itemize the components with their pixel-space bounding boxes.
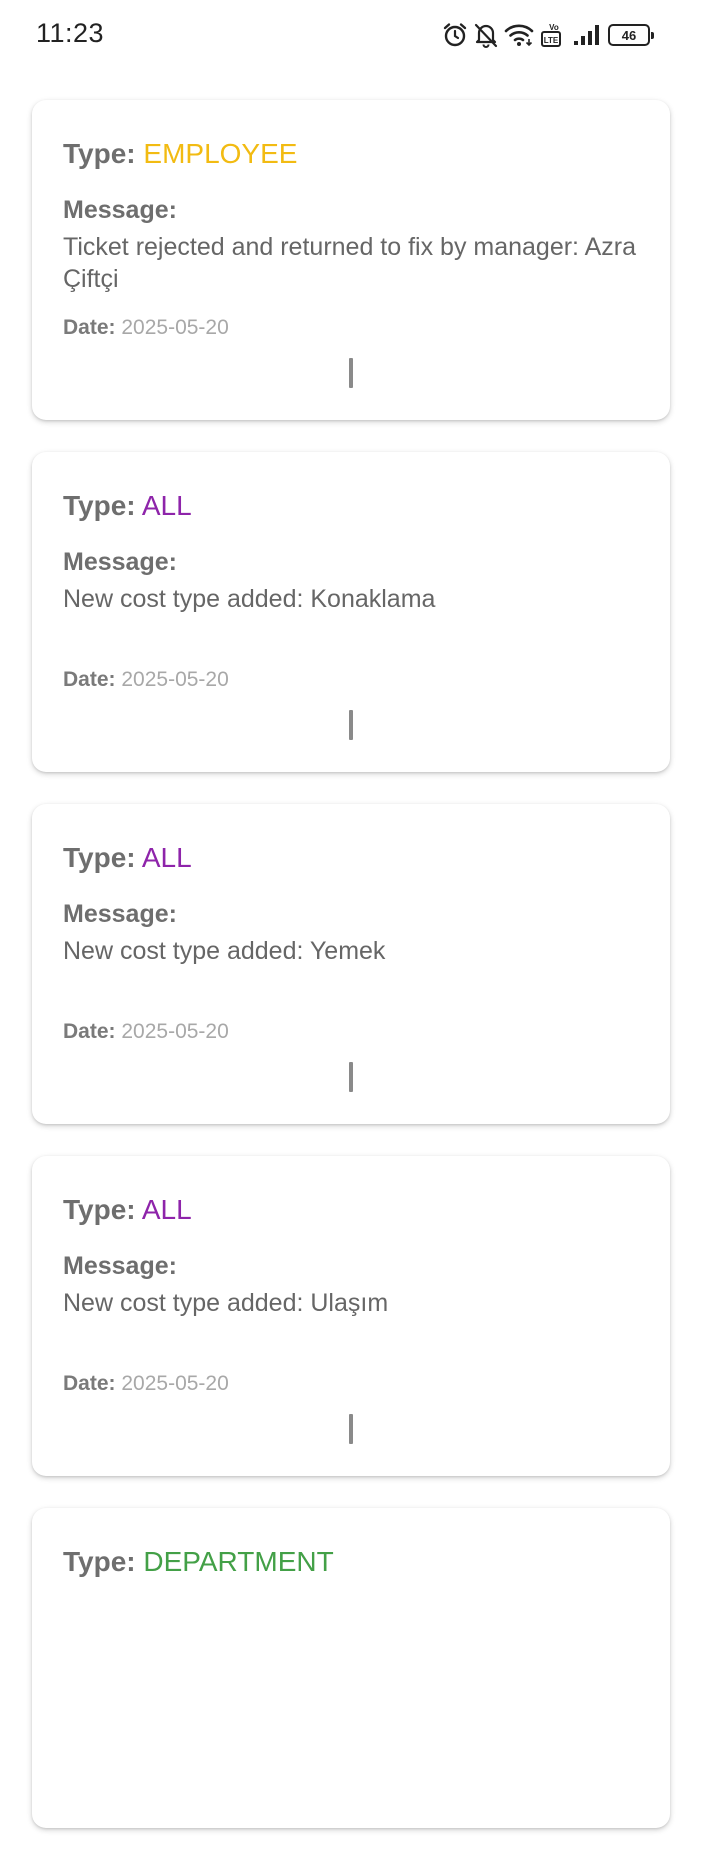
notification-card[interactable]: Type: DEPARTMENT: [32, 1508, 670, 1828]
message-text: Ticket rejected and returned to fix by m…: [63, 233, 650, 293]
date-label: Date:: [63, 668, 116, 691]
type-label: Type:: [63, 842, 136, 873]
alarm-icon: [442, 22, 468, 48]
notification-list[interactable]: Type: EMPLOYEE Message: Ticket rejected …: [32, 100, 670, 1860]
date-value: 2025-05-20: [121, 668, 229, 691]
battery-icon: 46: [608, 24, 654, 46]
type-label: Type:: [63, 1194, 136, 1225]
drag-handle[interactable]: [349, 1414, 353, 1444]
notification-card[interactable]: Type: ALL Message: New cost type added: …: [32, 1156, 670, 1476]
type-value: ALL: [141, 842, 192, 873]
date-value: 2025-05-20: [121, 316, 229, 339]
card-date: Date: 2025-05-20: [63, 1372, 229, 1396]
notification-card[interactable]: Type: ALL Message: New cost type added: …: [32, 804, 670, 1124]
svg-text:LTE: LTE: [544, 36, 559, 45]
card-date: Date: 2025-05-20: [63, 668, 229, 692]
card-type: Type: ALL: [63, 490, 192, 522]
drag-handle[interactable]: [349, 358, 353, 388]
message-label: Message:: [63, 196, 177, 224]
card-type: Type: DEPARTMENT: [63, 1546, 334, 1578]
status-time: 11:23: [36, 18, 105, 48]
card-type: Type: EMPLOYEE: [63, 138, 297, 170]
card-date: Date: 2025-05-20: [63, 1020, 229, 1044]
message-label: Message:: [63, 900, 177, 928]
svg-text:Vo: Vo: [549, 23, 559, 32]
message-label: Message:: [63, 1252, 177, 1280]
status-icons: LTE Vo 46: [442, 20, 654, 50]
drag-handle[interactable]: [349, 710, 353, 740]
date-label: Date:: [63, 1372, 116, 1395]
card-type: Type: ALL: [63, 842, 192, 874]
message-text: New cost type added: Ulaşım: [63, 1289, 389, 1317]
date-value: 2025-05-20: [121, 1372, 229, 1395]
type-label: Type:: [63, 1546, 136, 1577]
type-value: DEPARTMENT: [143, 1546, 334, 1577]
type-label: Type:: [63, 490, 136, 521]
type-value: EMPLOYEE: [143, 138, 298, 169]
card-date: Date: 2025-05-20: [63, 316, 229, 340]
wifi-icon: [504, 23, 534, 47]
date-value: 2025-05-20: [121, 1020, 229, 1043]
signal-icon: [572, 23, 600, 47]
volte-icon: LTE Vo: [540, 22, 566, 48]
message-text: New cost type added: Yemek: [63, 937, 386, 965]
status-bar: 11:23 LTE Vo 46: [0, 0, 716, 70]
notification-card[interactable]: Type: EMPLOYEE Message: Ticket rejected …: [32, 100, 670, 420]
date-label: Date:: [63, 1020, 116, 1043]
card-type: Type: ALL: [63, 1194, 192, 1226]
type-value: ALL: [141, 490, 192, 521]
message-text: New cost type added: Konaklama: [63, 585, 436, 613]
notifications-off-icon: [474, 22, 498, 48]
type-value: ALL: [141, 1194, 192, 1225]
drag-handle[interactable]: [349, 1062, 353, 1092]
type-label: Type:: [63, 138, 136, 169]
notification-card[interactable]: Type: ALL Message: New cost type added: …: [32, 452, 670, 772]
date-label: Date:: [63, 316, 116, 339]
message-label: Message:: [63, 548, 177, 576]
